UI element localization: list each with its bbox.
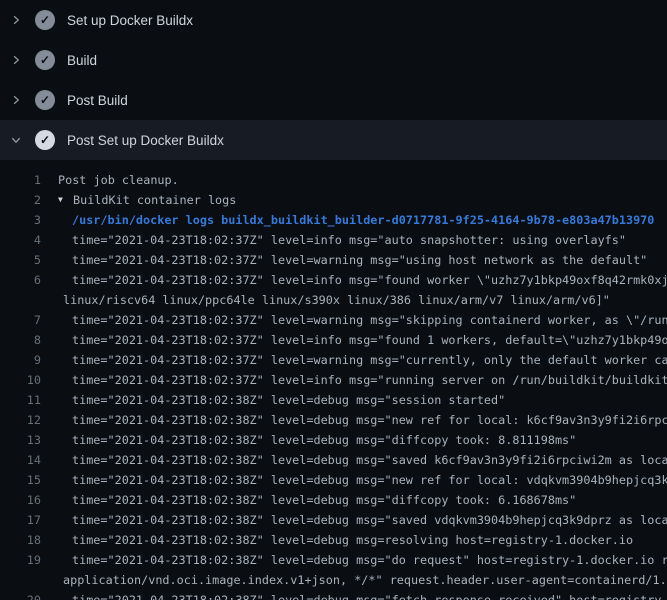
log-row: 13 time="2021-04-23T18:02:38Z" level=deb… — [0, 430, 667, 450]
step-label: Post Build — [67, 93, 128, 108]
log-text: time="2021-04-23T18:02:38Z" level=debug … — [72, 550, 667, 570]
line-number[interactable]: 4 — [0, 230, 41, 250]
line-number[interactable]: 3 — [0, 210, 41, 230]
line-number[interactable]: 20 — [0, 590, 41, 600]
log-row: 20 time="2021-04-23T18:02:38Z" level=deb… — [0, 590, 667, 600]
log-text: time="2021-04-23T18:02:38Z" level=debug … — [72, 530, 633, 550]
chevron-down-icon — [9, 133, 23, 147]
line-number[interactable]: 11 — [0, 390, 41, 410]
log-text: BuildKit container logs — [73, 190, 236, 210]
log-row: 8 time="2021-04-23T18:02:37Z" level=info… — [0, 330, 667, 350]
log-text: time="2021-04-23T18:02:37Z" level=info m… — [72, 330, 667, 350]
triangle-down-icon[interactable]: ▼ — [58, 190, 73, 210]
log-text: time="2021-04-23T18:02:38Z" level=debug … — [72, 470, 667, 490]
line-number[interactable]: 13 — [0, 430, 41, 450]
line-number[interactable] — [0, 570, 41, 590]
check-icon: ✓ — [35, 50, 55, 70]
step-row[interactable]: ✓ Set up Docker Buildx — [0, 0, 667, 40]
chevron-right-icon — [9, 53, 23, 67]
step-row[interactable]: ✓ Build — [0, 40, 667, 80]
log-row: 16 time="2021-04-23T18:02:38Z" level=deb… — [0, 490, 667, 510]
log-text: time="2021-04-23T18:02:38Z" level=debug … — [72, 590, 667, 600]
log-row: 9 time="2021-04-23T18:02:37Z" level=warn… — [0, 350, 667, 370]
log-text: time="2021-04-23T18:02:37Z" level=info m… — [72, 270, 667, 290]
step-row[interactable]: ✓ Post Build — [0, 80, 667, 120]
log-text: Post job cleanup. — [58, 170, 179, 190]
log-text: time="2021-04-23T18:02:38Z" level=debug … — [72, 450, 667, 470]
log-text: /usr/bin/docker logs buildx_buildkit_bui… — [72, 210, 654, 230]
line-number[interactable] — [0, 290, 41, 310]
line-number[interactable]: 12 — [0, 410, 41, 430]
line-number[interactable]: 14 — [0, 450, 41, 470]
line-number[interactable]: 18 — [0, 530, 41, 550]
log-text: time="2021-04-23T18:02:38Z" level=debug … — [72, 510, 667, 530]
check-icon: ✓ — [35, 10, 55, 30]
log-row: 17 time="2021-04-23T18:02:38Z" level=deb… — [0, 510, 667, 530]
line-number[interactable]: 9 — [0, 350, 41, 370]
log-viewer: 1 Post job cleanup. 2 ▼ BuildKit contain… — [0, 160, 667, 600]
log-text: time="2021-04-23T18:02:38Z" level=debug … — [72, 410, 667, 430]
step-label: Build — [67, 53, 97, 68]
step-label: Post Set up Docker Buildx — [67, 133, 224, 148]
log-row: 2 ▼ BuildKit container logs — [0, 190, 667, 210]
line-number[interactable]: 15 — [0, 470, 41, 490]
line-number[interactable]: 2 — [0, 190, 41, 210]
log-row: 1 Post job cleanup. — [0, 170, 667, 190]
actions-log-panel: ✓ Set up Docker Buildx ✓ Build ✓ Post Bu… — [0, 0, 667, 600]
log-row: 7 time="2021-04-23T18:02:37Z" level=warn… — [0, 310, 667, 330]
log-text: application/vnd.oci.image.index.v1+json,… — [63, 570, 667, 590]
log-row: 10 time="2021-04-23T18:02:37Z" level=inf… — [0, 370, 667, 390]
log-row: 14 time="2021-04-23T18:02:38Z" level=deb… — [0, 450, 667, 470]
check-icon: ✓ — [35, 90, 55, 110]
chevron-right-icon — [9, 93, 23, 107]
check-icon: ✓ — [35, 130, 55, 150]
log-text: time="2021-04-23T18:02:38Z" level=debug … — [72, 430, 576, 450]
line-number[interactable]: 5 — [0, 250, 41, 270]
log-row: linux/riscv64 linux/ppc64le linux/s390x … — [0, 290, 667, 310]
log-row: 5 time="2021-04-23T18:02:37Z" level=warn… — [0, 250, 667, 270]
log-row: 3 /usr/bin/docker logs buildx_buildkit_b… — [0, 210, 667, 230]
log-text: time="2021-04-23T18:02:38Z" level=debug … — [72, 390, 505, 410]
log-row: 19 time="2021-04-23T18:02:38Z" level=deb… — [0, 550, 667, 570]
log-row: 6 time="2021-04-23T18:02:37Z" level=info… — [0, 270, 667, 290]
line-number[interactable]: 1 — [0, 170, 41, 190]
log-row: 15 time="2021-04-23T18:02:38Z" level=deb… — [0, 470, 667, 490]
steps-list: ✓ Set up Docker Buildx ✓ Build ✓ Post Bu… — [0, 0, 667, 160]
chevron-right-icon — [9, 13, 23, 27]
step-label: Set up Docker Buildx — [67, 13, 193, 28]
log-text: time="2021-04-23T18:02:37Z" level=warnin… — [72, 250, 647, 270]
log-text: time="2021-04-23T18:02:37Z" level=info m… — [72, 370, 667, 390]
log-row: application/vnd.oci.image.index.v1+json,… — [0, 570, 667, 590]
step-row[interactable]: ✓ Post Set up Docker Buildx — [0, 120, 667, 160]
log-text: time="2021-04-23T18:02:38Z" level=debug … — [72, 490, 576, 510]
log-row: 18 time="2021-04-23T18:02:38Z" level=deb… — [0, 530, 667, 550]
log-row: 11 time="2021-04-23T18:02:38Z" level=deb… — [0, 390, 667, 410]
log-row: 4 time="2021-04-23T18:02:37Z" level=info… — [0, 230, 667, 250]
line-number[interactable]: 7 — [0, 310, 41, 330]
log-text: time="2021-04-23T18:02:37Z" level=info m… — [72, 230, 626, 250]
line-number[interactable]: 8 — [0, 330, 41, 350]
line-number[interactable]: 17 — [0, 510, 41, 530]
line-number[interactable]: 16 — [0, 490, 41, 510]
log-row: 12 time="2021-04-23T18:02:38Z" level=deb… — [0, 410, 667, 430]
log-text: linux/riscv64 linux/ppc64le linux/s390x … — [63, 290, 610, 310]
line-number[interactable]: 6 — [0, 270, 41, 290]
log-text: time="2021-04-23T18:02:37Z" level=warnin… — [72, 350, 667, 370]
log-text: time="2021-04-23T18:02:37Z" level=warnin… — [72, 310, 667, 330]
line-number[interactable]: 10 — [0, 370, 41, 390]
line-number[interactable]: 19 — [0, 550, 41, 570]
